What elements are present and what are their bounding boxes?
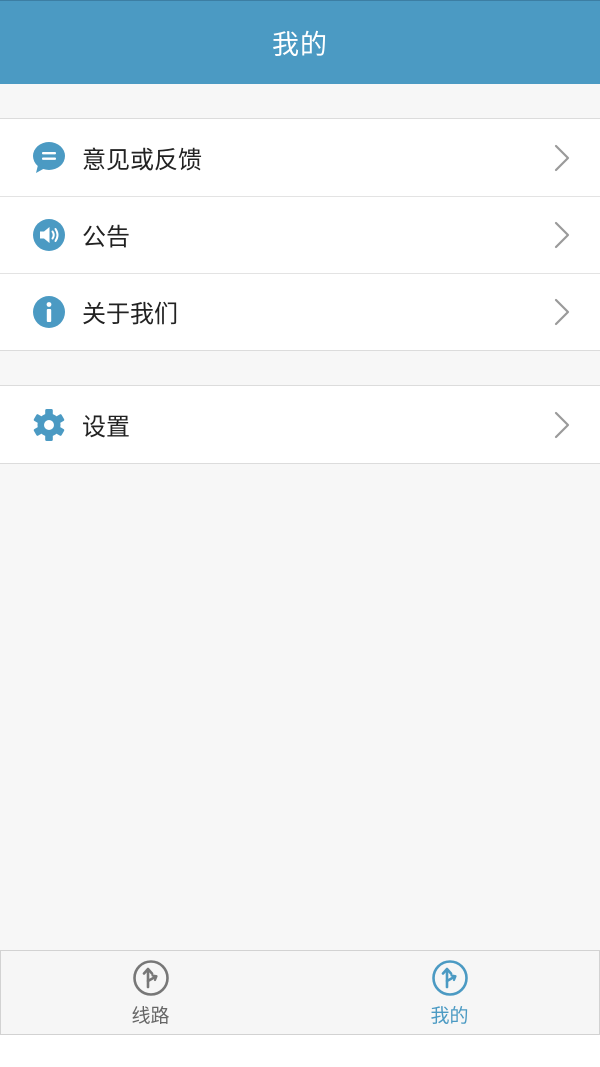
menu-group-settings: 设置 [0, 385, 600, 464]
tab-label: 我的 [430, 1005, 469, 1027]
menu-item-label: 意见或反馈 [82, 146, 202, 174]
menu-item-label: 公告 [82, 223, 130, 251]
chevron-right-icon [554, 411, 570, 438]
menu-group-main: 意见或反馈 公告 关于我们 [0, 118, 600, 351]
chevron-right-icon [554, 221, 570, 248]
tab-label: 线路 [131, 1005, 170, 1027]
page-title: 我的 [272, 30, 328, 61]
menu-item-label: 设置 [82, 413, 130, 441]
gear-icon [32, 408, 66, 442]
tab-routes[interactable]: 线路 [1, 951, 300, 1034]
speaker-icon [32, 218, 66, 252]
bottom-tab-bar: 线路 我的 [0, 950, 600, 1035]
route-icon [132, 960, 169, 996]
menu-item-announcement[interactable]: 公告 [0, 196, 600, 273]
menu-item-feedback[interactable]: 意见或反馈 [0, 119, 600, 196]
tab-mine[interactable]: 我的 [300, 951, 599, 1034]
chevron-right-icon [554, 144, 570, 171]
menu-item-about-us[interactable]: 关于我们 [0, 273, 600, 350]
top-bar: 我的 [0, 0, 600, 84]
bottom-strip [0, 1035, 600, 1067]
chevron-right-icon [554, 298, 570, 325]
chat-bubble-icon [32, 141, 66, 175]
menu-item-label: 关于我们 [82, 300, 178, 328]
info-icon [32, 295, 66, 329]
route-icon [431, 960, 468, 996]
menu-item-settings[interactable]: 设置 [0, 386, 600, 463]
